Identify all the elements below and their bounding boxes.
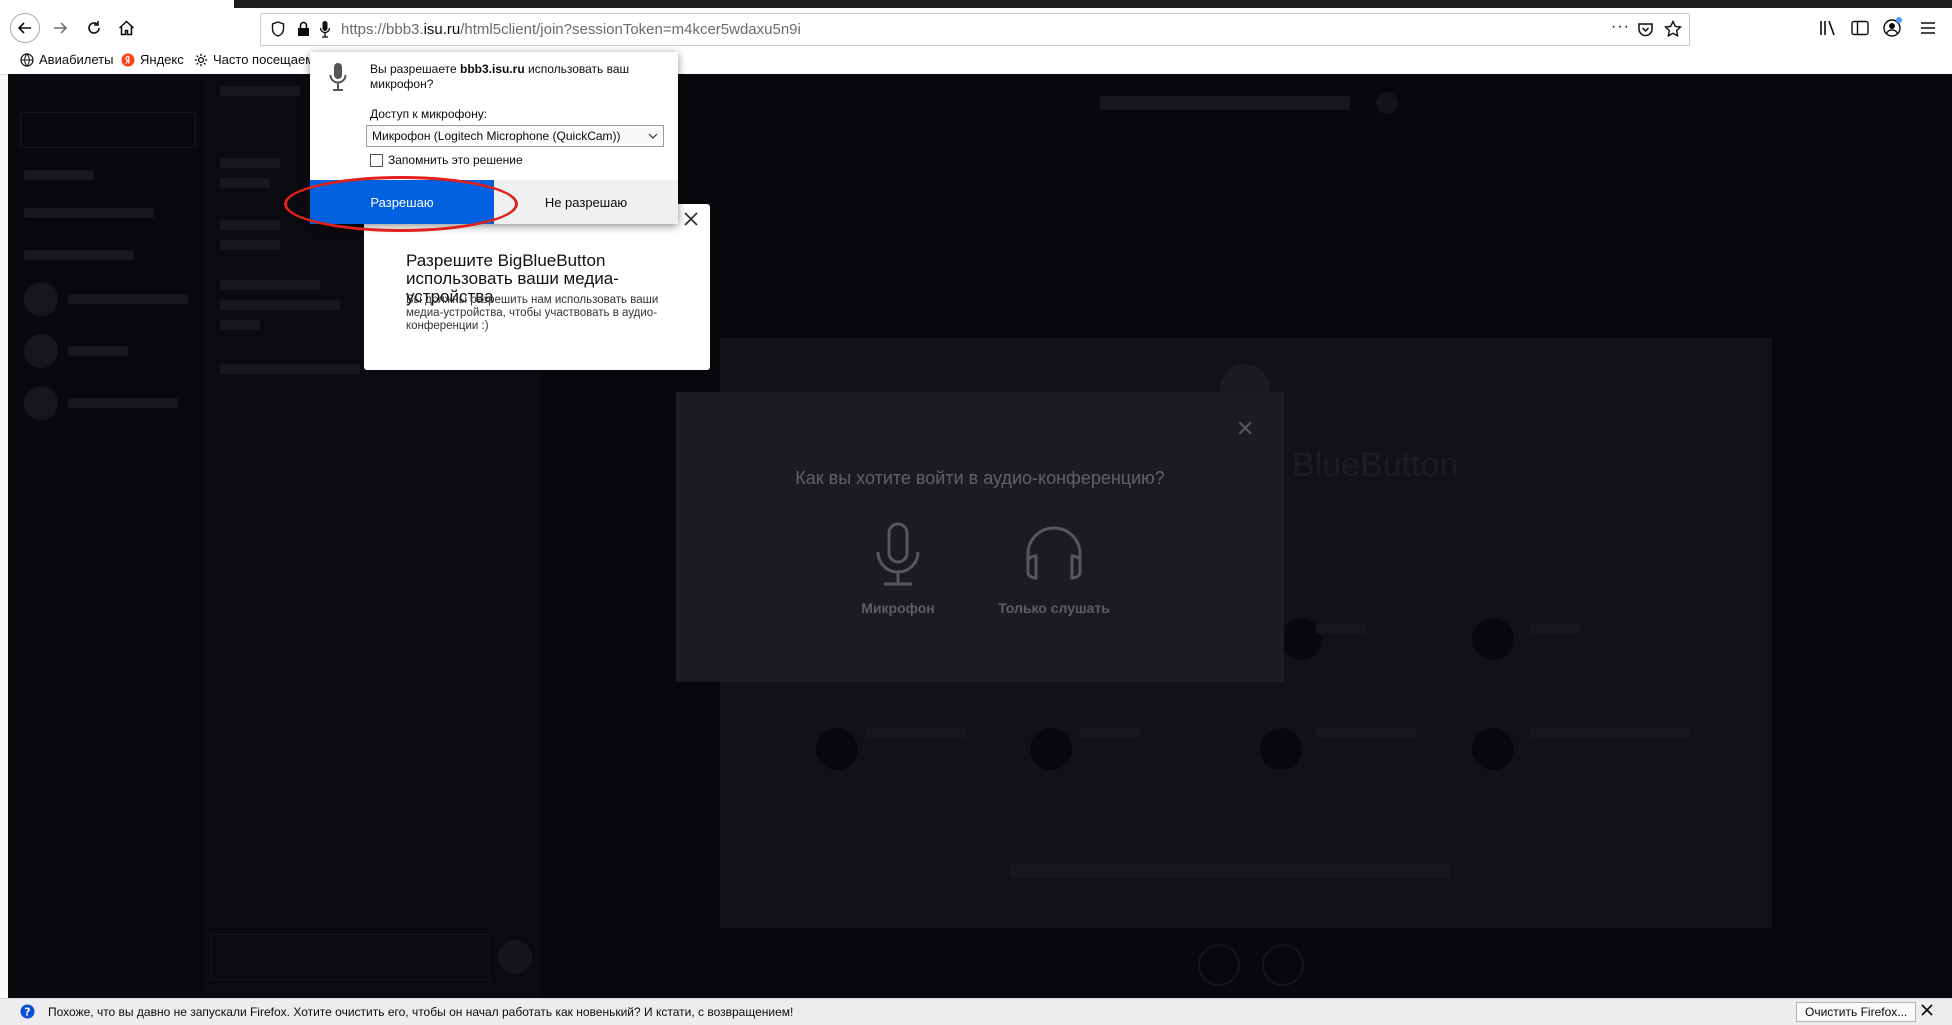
account-icon (1883, 17, 1902, 37)
svg-text:?: ? (24, 1006, 30, 1019)
leave-audio-button[interactable] (1198, 944, 1240, 986)
back-button[interactable] (10, 13, 40, 43)
forward-button[interactable] (48, 16, 72, 40)
url-text[interactable]: https://bbb3.isu.ru/html5client/join?ses… (341, 21, 801, 38)
bookmark-aviabilety[interactable]: Авиабилеты (20, 52, 113, 67)
library-icon (1820, 20, 1835, 36)
audio-join-modal: ✕ Как вы хотите войти в аудио-конференци… (676, 392, 1284, 682)
remember-decision-label: Запомнить это решение (388, 153, 523, 167)
share-camera-button[interactable] (1262, 944, 1304, 986)
firefox-notification-bar: ? Похоже, что вы давно не запускали Fire… (0, 998, 1952, 1025)
url-bar[interactable]: https://bbb3.isu.ru/html5client/join?ses… (260, 13, 1690, 46)
url-path: /html5client/join?sessionToken=m4kcer5wd… (460, 21, 801, 38)
home-icon (118, 20, 134, 36)
bookmark-yandex[interactable]: Яндекс (121, 52, 184, 67)
audio-modal-title: Как вы хотите войти в аудио-конференцию? (795, 468, 1165, 488)
hamburger-icon (1921, 22, 1935, 34)
bookmark-label: Авиабилеты (39, 52, 114, 67)
microphone-access-label: Доступ к микрофону: (370, 107, 488, 121)
pocket-icon[interactable] (1637, 21, 1654, 38)
meeting-title (1100, 96, 1350, 110)
browser-toolbar: https://bbb3.isu.ru/html5client/join?ses… (0, 0, 1952, 48)
checkbox-box[interactable] (370, 153, 383, 167)
red-highlight-annotation (284, 176, 518, 232)
listen-only-option-label: Только слушать (998, 600, 1110, 616)
home-button[interactable] (114, 16, 138, 40)
library-button[interactable] (1816, 16, 1840, 40)
microphone-option[interactable]: Микрофон (818, 522, 978, 616)
reload-button[interactable] (82, 16, 106, 40)
gear-icon (194, 53, 208, 66)
chevron-down-icon (648, 133, 658, 139)
public-chat-item[interactable] (20, 112, 196, 148)
info-icon: ? (20, 1004, 35, 1019)
permission-question-host: bbb3.isu.ru (459, 62, 525, 76)
recording-indicator (1376, 92, 1398, 114)
microphone-icon (328, 62, 348, 92)
shield-icon[interactable] (271, 21, 285, 37)
sidebar-toggle-button[interactable] (1848, 16, 1872, 40)
chat-message-input[interactable] (210, 934, 490, 980)
send-message-button[interactable] (498, 940, 532, 974)
refresh-firefox-button[interactable]: Очистить Firefox... (1796, 1002, 1917, 1022)
page-actions-button[interactable]: ··· (1611, 18, 1630, 36)
microphone-permission-icon[interactable] (319, 20, 331, 38)
close-icon (1921, 1004, 1933, 1016)
notification-close-button[interactable] (1920, 1003, 1934, 1017)
avatar (24, 282, 58, 316)
account-button[interactable] (1880, 14, 1906, 40)
lock-icon[interactable] (297, 21, 310, 37)
sidebar-icon (1851, 20, 1869, 36)
arrow-left-icon (17, 22, 31, 34)
remember-decision-checkbox[interactable]: Запомнить это решение (370, 153, 523, 167)
deny-button[interactable]: Не разрешаю (494, 180, 678, 224)
close-icon (684, 212, 698, 226)
globe-icon (20, 52, 34, 67)
selected-device: Микрофон (Logitech Microphone (QuickCam)… (372, 129, 621, 143)
microphone-device-select[interactable]: Микрофон (Logitech Microphone (QuickCam)… (366, 125, 664, 147)
headphones-icon (1026, 526, 1082, 580)
tooltip-close-button[interactable] (682, 210, 700, 228)
microphone-option-label: Микрофон (861, 600, 935, 616)
presentation-link (1010, 864, 1450, 878)
avatar (24, 386, 58, 420)
bookmarks-toolbar: Авиабилеты Яндекс Часто посещаемые (0, 48, 1952, 75)
user-list-panel (8, 74, 204, 998)
bookmark-label: Яндекс (140, 52, 184, 67)
listen-only-option[interactable]: Только слушать (974, 522, 1134, 616)
avatar (24, 334, 58, 368)
notification-text: Похоже, что вы давно не запускали Firefo… (48, 1005, 794, 1019)
close-icon[interactable]: ✕ (1236, 416, 1254, 442)
arrow-right-icon (54, 22, 68, 34)
tab-strip (234, 0, 1952, 8)
bookmark-star-icon[interactable] (1664, 20, 1682, 38)
menu-button[interactable] (1916, 16, 1940, 40)
reload-icon (88, 21, 100, 34)
url-host: isu.ru (423, 21, 461, 38)
url-prefix: https://bbb3. (341, 21, 424, 38)
yandex-icon (121, 53, 135, 66)
microphone-icon (876, 522, 920, 586)
tooltip-text: Вы должны разрешить нам использовать ваш… (406, 294, 659, 332)
permission-question: Вы разрешаете bbb3.isu.ru использовать в… (370, 62, 660, 92)
permission-question-prefix: Вы разрешаете (370, 62, 460, 76)
presentation-title: BlueButton (1292, 446, 1459, 484)
